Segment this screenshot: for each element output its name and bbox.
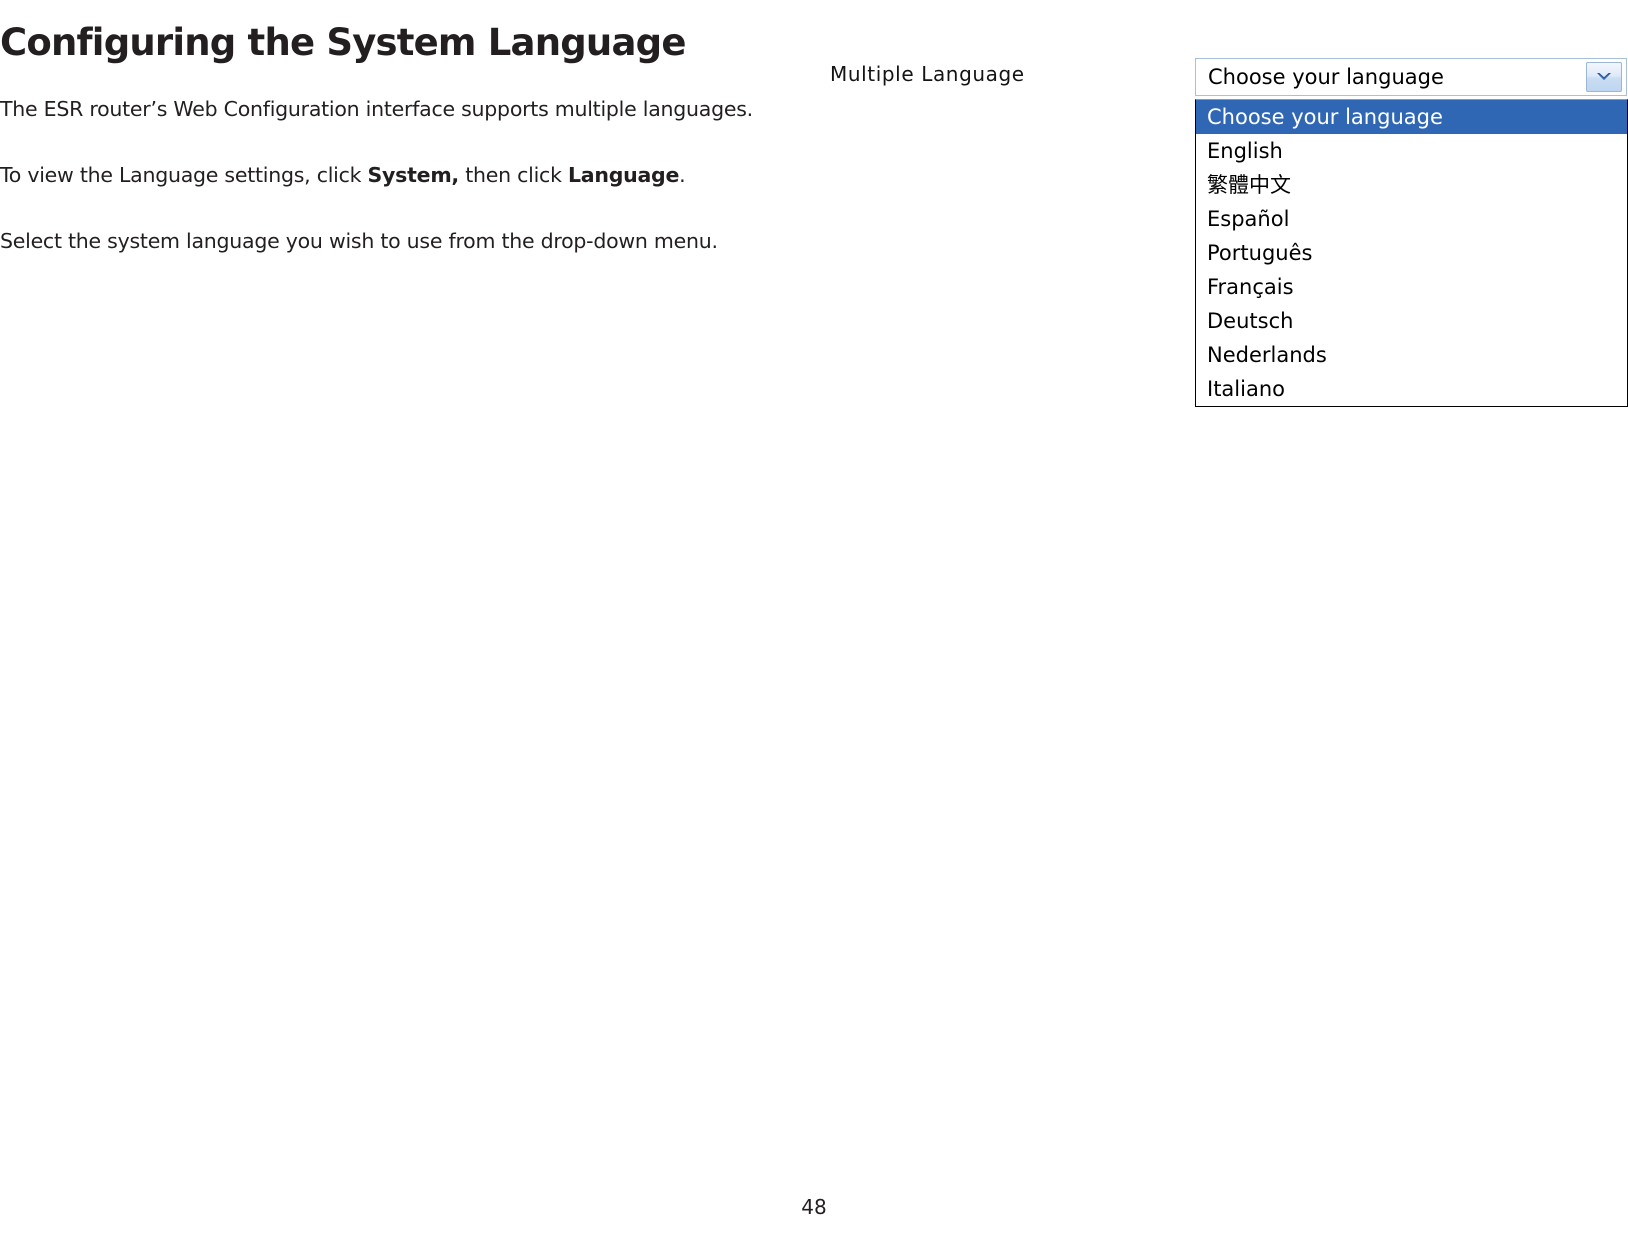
language-option[interactable]: Italiano xyxy=(1196,372,1627,406)
page-title: Configuring the System Language xyxy=(0,20,686,64)
multiple-language-label: Multiple Language xyxy=(830,62,1025,86)
language-option[interactable]: Nederlands xyxy=(1196,338,1627,372)
body-text: To view the Language settings, click xyxy=(0,163,368,187)
body-text: Select the system language you wish to u… xyxy=(0,229,718,253)
emphasis-text: System, xyxy=(367,163,460,187)
language-option-list[interactable]: Choose your language English 繁體中文 Español Po… xyxy=(1195,99,1628,407)
language-option[interactable]: Français xyxy=(1196,270,1627,304)
language-option[interactable]: English xyxy=(1196,134,1627,168)
chevron-down-icon[interactable] xyxy=(1586,62,1622,92)
language-option[interactable]: Español xyxy=(1196,202,1627,236)
body-text: . xyxy=(679,163,686,187)
language-option[interactable]: Choose your language xyxy=(1196,100,1627,134)
paragraph-select: Select the system language you wish to u… xyxy=(0,220,790,262)
page-number: 48 xyxy=(801,1195,827,1219)
body-text-column: The ESR router’s Web Configuration inter… xyxy=(0,88,790,286)
paragraph-intro: The ESR router’s Web Configuration inter… xyxy=(0,88,790,130)
language-option[interactable]: Deutsch xyxy=(1196,304,1627,338)
body-text: The ESR router’s Web Configuration inter… xyxy=(0,97,753,121)
language-option[interactable]: 繁體中文 xyxy=(1196,168,1627,202)
emphasis-text: Language xyxy=(567,163,680,187)
language-select[interactable]: Choose your language xyxy=(1195,58,1627,96)
language-select-value: Choose your language xyxy=(1208,65,1444,89)
language-option[interactable]: Português xyxy=(1196,236,1627,270)
body-text: then click xyxy=(458,163,568,187)
language-setting-screenshot: Multiple Language Choose your language C… xyxy=(820,50,1628,420)
paragraph-navigate: To view the Language settings, click Sys… xyxy=(0,154,790,196)
